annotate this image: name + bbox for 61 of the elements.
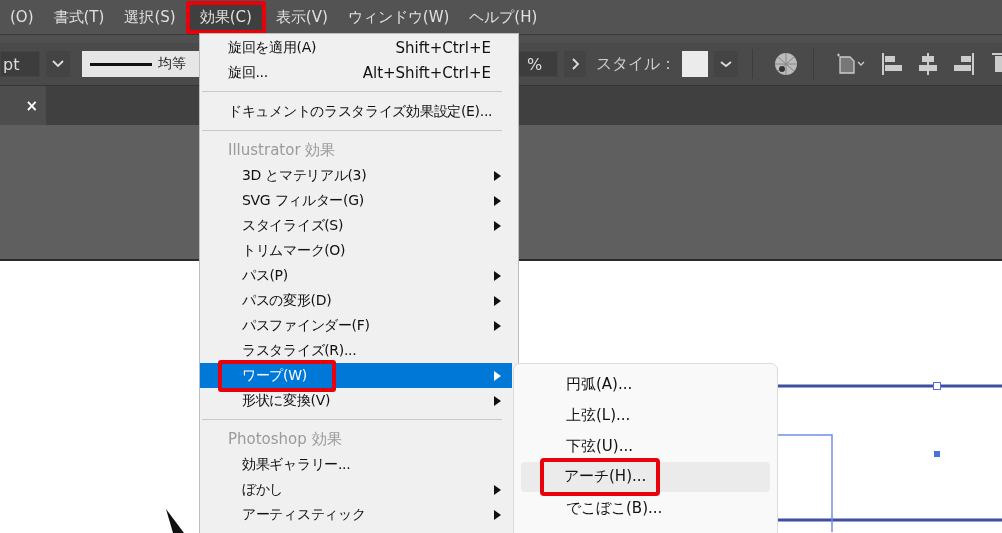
menu-item[interactable]: 効果(C): [185, 0, 266, 34]
align-left-icon[interactable]: [880, 51, 904, 77]
item-label: SVG フィルター(G): [242, 191, 364, 210]
style-swatch[interactable]: [682, 51, 709, 77]
item-label: アーティスティック: [242, 505, 366, 524]
dropdown-button[interactable]: [45, 51, 70, 77]
menu-item[interactable]: (O): [0, 0, 44, 34]
item-label: ドキュメントのラスタライズ効果設定(E)...: [228, 102, 493, 121]
menu-item[interactable]: ウィンドウ(W): [337, 0, 460, 34]
shortcut-label: Alt+Shift+Ctrl+E: [362, 63, 491, 82]
menu-item[interactable]: 下弦(U)...: [521, 431, 770, 461]
item-label: トリムマーク(O): [242, 241, 346, 260]
menu-item[interactable]: アーティスティック: [200, 502, 512, 527]
item-label: パス(P): [242, 266, 288, 285]
document-tab[interactable]: ×: [0, 86, 46, 125]
item-label: 3D とマテリアル(3): [242, 166, 367, 185]
menu-item[interactable]: スタイライズ(S): [200, 213, 512, 238]
menu-item[interactable]: パスファインダー(F): [200, 313, 512, 338]
item-label: 効果ギャラリー...: [242, 455, 351, 474]
menu-item[interactable]: 上弦(L)...: [521, 400, 770, 430]
menu-item[interactable]: 効果ギャラリー...: [200, 452, 512, 477]
section-header: Illustrator 効果: [227, 140, 337, 161]
item-label: パスの変形(D): [242, 291, 332, 310]
globe-icon[interactable]: [773, 51, 800, 77]
item-label: ラスタライズ(R)...: [242, 341, 357, 360]
align-center-icon[interactable]: [916, 51, 940, 77]
item-label: 上弦(L)...: [566, 405, 631, 425]
item-label: 下弦(U)...: [566, 436, 633, 456]
menu-item[interactable]: 円弧(A)...: [521, 369, 770, 399]
item-label: 形状に変換(V): [242, 391, 331, 410]
spike-shape: [164, 509, 184, 533]
item-label: アーチ(H)...: [540, 458, 661, 496]
stroke-weight-field[interactable]: pt: [0, 51, 40, 77]
section-header: Photoshop 効果: [227, 429, 343, 450]
menu-item[interactable]: 表示(V): [265, 0, 338, 34]
item-label: 円弧(A)...: [566, 374, 633, 394]
item-label: でこぼこ(B)...: [566, 498, 663, 518]
menu-item[interactable]: 書式(T): [43, 0, 115, 34]
menu-item[interactable]: トリムマーク(O): [200, 238, 512, 263]
menu-item[interactable]: でこぼこ(B)...: [521, 493, 770, 523]
menu-item[interactable]: SVG フィルター(G): [200, 188, 512, 213]
menu-item[interactable]: パスの変形(D): [200, 288, 512, 313]
menu-item[interactable]: ドキュメントのラスタライズ効果設定(E)...: [200, 99, 512, 124]
item-label: ぼかし: [242, 480, 284, 499]
item-label: ワープ(W): [218, 359, 336, 392]
dropdown-button[interactable]: [714, 51, 739, 77]
item-label: 旋回...: [228, 63, 268, 82]
menu-item[interactable]: 3D とマテリアル(3): [200, 163, 512, 188]
profile-label: 均等: [157, 55, 186, 73]
menu-item[interactable]: パス(P): [200, 263, 512, 288]
shortcut-label: Shift+Ctrl+E: [395, 38, 491, 57]
menu-item[interactable]: ヘルプ(H): [459, 0, 548, 34]
item-label: 旋回を適用(A): [228, 38, 317, 57]
item-label: スタイライズ(S): [242, 216, 344, 235]
align-right-icon[interactable]: [952, 51, 976, 77]
style-label: スタイル：: [596, 53, 677, 75]
item-label: パスファインダー(F): [242, 316, 370, 335]
menu-item[interactable]: ぼかし: [200, 477, 512, 502]
menu-item[interactable]: 選択(S): [114, 0, 186, 34]
close-button[interactable]: ×: [25, 96, 38, 115]
next-button[interactable]: [564, 51, 587, 77]
